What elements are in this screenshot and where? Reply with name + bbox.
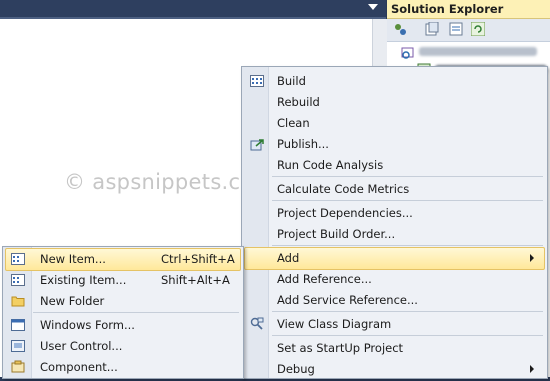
solution-name-redacted (419, 47, 537, 56)
menu-item-publish[interactable]: Publish... (244, 133, 545, 156)
menu-separator (272, 245, 543, 246)
menu-item-view-class-diagram[interactable]: View Class Diagram (244, 313, 545, 336)
menu-separator (272, 200, 543, 201)
menu-item-project-dependencies[interactable]: Project Dependencies... (244, 202, 545, 225)
build-icon (250, 75, 264, 87)
menu-item-calculate-code-metrics[interactable]: Calculate Code Metrics (244, 178, 545, 201)
menu-item-add-reference[interactable]: Add Reference... (244, 268, 545, 291)
new-item-icon (11, 253, 25, 265)
menu-item-windows-form[interactable]: Windows Form... (5, 314, 241, 337)
menu-item-label: Add Service Reference... (277, 293, 418, 307)
menu-item-set-startup-project[interactable]: Set as StartUp Project (244, 337, 545, 360)
menu-separator (272, 335, 543, 336)
menu-item-run-code-analysis[interactable]: Run Code Analysis (244, 154, 545, 177)
show-all-files-icon[interactable] (425, 21, 439, 36)
windows-form-icon (11, 319, 25, 331)
menu-item-label: Debug (277, 362, 315, 376)
menu-item-build[interactable]: Build (244, 70, 545, 93)
menu-item-label: Project Build Order... (277, 227, 396, 241)
menu-item-new-folder[interactable]: New Folder (5, 290, 241, 313)
menu-item-label: Clean (277, 116, 310, 130)
menu-item-label: Set as StartUp Project (277, 341, 404, 355)
publish-icon (250, 139, 264, 151)
menu-item-label: Existing Item... (40, 273, 127, 287)
menu-item-label: Component... (40, 360, 118, 374)
menu-item-shortcut: Ctrl+Shift+A (161, 252, 235, 266)
menu-item-rebuild[interactable]: Rebuild (244, 91, 545, 114)
menu-item-label: Publish... (277, 137, 329, 151)
menu-item-label: View Class Diagram (277, 317, 392, 331)
menu-item-component[interactable]: Component... (5, 356, 241, 379)
add-submenu: New Item... Ctrl+Shift+A Existing Item..… (2, 246, 244, 379)
menu-item-label: Calculate Code Metrics (277, 182, 410, 196)
properties-icon[interactable] (393, 22, 407, 36)
menu-item-label: Rebuild (277, 95, 320, 109)
solution-explorer-toolbar (387, 19, 550, 42)
menu-item-new-item[interactable]: New Item... Ctrl+Shift+A (5, 248, 241, 271)
menu-item-label: Add (277, 251, 300, 265)
solution-icon (401, 47, 414, 59)
project-context-menu: Build Rebuild Clean Publish... Run Code … (241, 66, 548, 379)
solution-explorer-title-bar: Solution Explorer (387, 0, 550, 19)
menu-item-user-control[interactable]: User Control... (5, 335, 241, 358)
menu-item-label: New Folder (40, 294, 105, 308)
menu-item-debug[interactable]: Debug (244, 358, 545, 381)
menu-item-label: User Control... (40, 339, 123, 353)
component-icon (11, 360, 25, 373)
solution-explorer-title: Solution Explorer (391, 2, 504, 16)
tab-dropdown-icon[interactable] (368, 4, 378, 10)
menu-item-existing-item[interactable]: Existing Item... Shift+Alt+A (5, 269, 241, 292)
user-control-icon (11, 340, 25, 352)
refresh-icon[interactable] (470, 21, 486, 37)
menu-separator (272, 311, 543, 312)
menu-item-label: Windows Form... (40, 318, 135, 332)
menu-item-label: Add Reference... (277, 272, 372, 286)
menu-item-label: Build (277, 74, 306, 88)
folder-icon (11, 296, 25, 307)
menu-separator (272, 176, 543, 177)
submenu-arrow-icon (530, 365, 534, 373)
view-code-icon[interactable] (449, 22, 463, 36)
tree-item-solution[interactable] (387, 44, 550, 60)
menu-item-shortcut: Shift+Alt+A (161, 273, 230, 287)
editor-tab-bar (0, 0, 386, 19)
menu-item-clean[interactable]: Clean (244, 112, 545, 135)
existing-item-icon (11, 274, 25, 286)
menu-item-project-build-order[interactable]: Project Build Order... (244, 223, 545, 246)
menu-item-add-service-reference[interactable]: Add Service Reference... (244, 289, 545, 312)
menu-item-label: New Item... (40, 252, 106, 266)
menu-separator (33, 312, 239, 313)
menu-item-label: Project Dependencies... (277, 206, 413, 220)
menu-item-add[interactable]: Add (244, 247, 545, 270)
submenu-arrow-icon (530, 254, 534, 262)
class-diagram-icon (250, 317, 264, 330)
menu-item-label: Run Code Analysis (277, 158, 384, 172)
